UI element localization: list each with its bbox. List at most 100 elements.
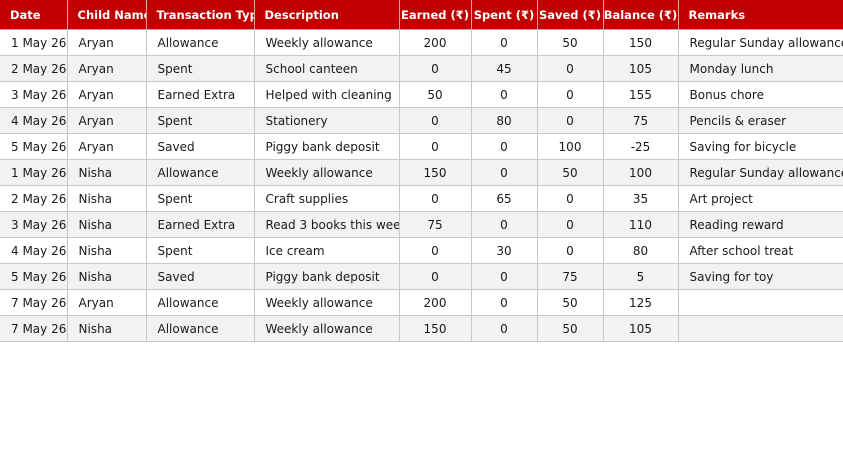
cell-description[interactable]: Piggy bank deposit — [254, 263, 400, 290]
cell-balance[interactable]: 35 — [603, 185, 679, 212]
cell-remarks[interactable] — [678, 315, 843, 342]
cell-transaction-type[interactable]: Spent — [146, 55, 255, 82]
cell-balance[interactable]: 105 — [603, 315, 679, 342]
cell-child-name[interactable]: Nisha — [67, 185, 147, 212]
cell-spent[interactable]: 0 — [471, 133, 538, 160]
cell-balance[interactable]: -25 — [603, 133, 679, 160]
cell-balance[interactable]: 75 — [603, 107, 679, 134]
cell-date[interactable]: 4 May 26 — [0, 107, 68, 134]
cell-transaction-type[interactable]: Saved — [146, 133, 255, 160]
cell-date[interactable]: 5 May 26 — [0, 133, 68, 160]
cell-spent[interactable]: 0 — [471, 315, 538, 342]
cell-date[interactable]: 4 May 26 — [0, 237, 68, 264]
cell-remarks[interactable]: Pencils & eraser — [678, 107, 843, 134]
cell-description[interactable]: Weekly allowance — [254, 159, 400, 186]
cell-remarks[interactable]: Saving for bicycle — [678, 133, 843, 160]
cell-spent[interactable]: 30 — [471, 237, 538, 264]
cell-description[interactable]: Stationery — [254, 107, 400, 134]
cell-child-name[interactable]: Aryan — [67, 55, 147, 82]
cell-description[interactable]: Piggy bank deposit — [254, 133, 400, 160]
cell-balance[interactable]: 5 — [603, 263, 679, 290]
cell-earned[interactable]: 0 — [399, 133, 472, 160]
cell-description[interactable]: Weekly allowance — [254, 29, 400, 56]
cell-saved[interactable]: 75 — [537, 263, 604, 290]
cell-earned[interactable]: 150 — [399, 159, 472, 186]
cell-remarks[interactable]: Regular Sunday allowance — [678, 29, 843, 56]
cell-date[interactable]: 3 May 26 — [0, 211, 68, 238]
cell-earned[interactable]: 200 — [399, 289, 472, 316]
cell-spent[interactable]: 0 — [471, 29, 538, 56]
cell-balance[interactable]: 80 — [603, 237, 679, 264]
cell-child-name[interactable]: Aryan — [67, 133, 147, 160]
cell-saved[interactable]: 0 — [537, 55, 604, 82]
cell-date[interactable]: 2 May 26 — [0, 185, 68, 212]
cell-earned[interactable]: 0 — [399, 237, 472, 264]
cell-balance[interactable]: 150 — [603, 29, 679, 56]
cell-remarks[interactable]: Reading reward — [678, 211, 843, 238]
cell-earned[interactable]: 200 — [399, 29, 472, 56]
cell-earned[interactable]: 150 — [399, 315, 472, 342]
cell-spent[interactable]: 0 — [471, 263, 538, 290]
cell-saved[interactable]: 0 — [537, 81, 604, 108]
cell-description[interactable]: Weekly allowance — [254, 289, 400, 316]
cell-child-name[interactable]: Nisha — [67, 263, 147, 290]
cell-date[interactable]: 7 May 26 — [0, 289, 68, 316]
cell-earned[interactable]: 0 — [399, 55, 472, 82]
cell-saved[interactable]: 50 — [537, 315, 604, 342]
cell-description[interactable]: Craft supplies — [254, 185, 400, 212]
cell-spent[interactable]: 0 — [471, 289, 538, 316]
cell-child-name[interactable]: Aryan — [67, 289, 147, 316]
cell-earned[interactable]: 0 — [399, 185, 472, 212]
cell-spent[interactable]: 0 — [471, 211, 538, 238]
cell-saved[interactable]: 100 — [537, 133, 604, 160]
cell-earned[interactable]: 0 — [399, 107, 472, 134]
cell-child-name[interactable]: Aryan — [67, 107, 147, 134]
column-header-child-name[interactable]: Child Name — [67, 0, 147, 30]
cell-transaction-type[interactable]: Allowance — [146, 159, 255, 186]
cell-transaction-type[interactable]: Saved — [146, 263, 255, 290]
cell-date[interactable]: 1 May 26 — [0, 159, 68, 186]
cell-remarks[interactable]: Regular Sunday allowance — [678, 159, 843, 186]
cell-remarks[interactable]: Art project — [678, 185, 843, 212]
cell-date[interactable]: 7 May 26 — [0, 315, 68, 342]
cell-date[interactable]: 3 May 26 — [0, 81, 68, 108]
cell-transaction-type[interactable]: Allowance — [146, 29, 255, 56]
cell-saved[interactable]: 50 — [537, 29, 604, 56]
cell-spent[interactable]: 80 — [471, 107, 538, 134]
cell-balance[interactable]: 105 — [603, 55, 679, 82]
cell-saved[interactable]: 0 — [537, 237, 604, 264]
cell-description[interactable]: Weekly allowance — [254, 315, 400, 342]
column-header-balance[interactable]: Balance (₹) — [603, 0, 679, 30]
cell-spent[interactable]: 45 — [471, 55, 538, 82]
cell-spent[interactable]: 0 — [471, 159, 538, 186]
column-header-remarks[interactable]: Remarks — [678, 0, 843, 30]
cell-date[interactable]: 5 May 26 — [0, 263, 68, 290]
cell-earned[interactable]: 75 — [399, 211, 472, 238]
cell-child-name[interactable]: Nisha — [67, 315, 147, 342]
cell-child-name[interactable]: Aryan — [67, 81, 147, 108]
cell-balance[interactable]: 110 — [603, 211, 679, 238]
cell-saved[interactable]: 0 — [537, 211, 604, 238]
cell-saved[interactable]: 0 — [537, 185, 604, 212]
cell-saved[interactable]: 0 — [537, 107, 604, 134]
cell-transaction-type[interactable]: Allowance — [146, 315, 255, 342]
cell-transaction-type[interactable]: Spent — [146, 237, 255, 264]
cell-remarks[interactable]: Bonus chore — [678, 81, 843, 108]
column-header-date[interactable]: Date — [0, 0, 68, 30]
cell-child-name[interactable]: Nisha — [67, 159, 147, 186]
cell-date[interactable]: 2 May 26 — [0, 55, 68, 82]
cell-child-name[interactable]: Nisha — [67, 211, 147, 238]
cell-child-name[interactable]: Aryan — [67, 29, 147, 56]
cell-spent[interactable]: 65 — [471, 185, 538, 212]
cell-date[interactable]: 1 May 26 — [0, 29, 68, 56]
column-header-earned[interactable]: Earned (₹) — [399, 0, 472, 30]
column-header-spent[interactable]: Spent (₹) — [471, 0, 538, 30]
cell-description[interactable]: Read 3 books this week — [254, 211, 400, 238]
cell-description[interactable]: Helped with cleaning — [254, 81, 400, 108]
cell-earned[interactable]: 50 — [399, 81, 472, 108]
cell-balance[interactable]: 155 — [603, 81, 679, 108]
column-header-description[interactable]: Description — [254, 0, 400, 30]
cell-saved[interactable]: 50 — [537, 159, 604, 186]
column-header-transaction-type[interactable]: Transaction Type — [146, 0, 255, 30]
cell-earned[interactable]: 0 — [399, 263, 472, 290]
